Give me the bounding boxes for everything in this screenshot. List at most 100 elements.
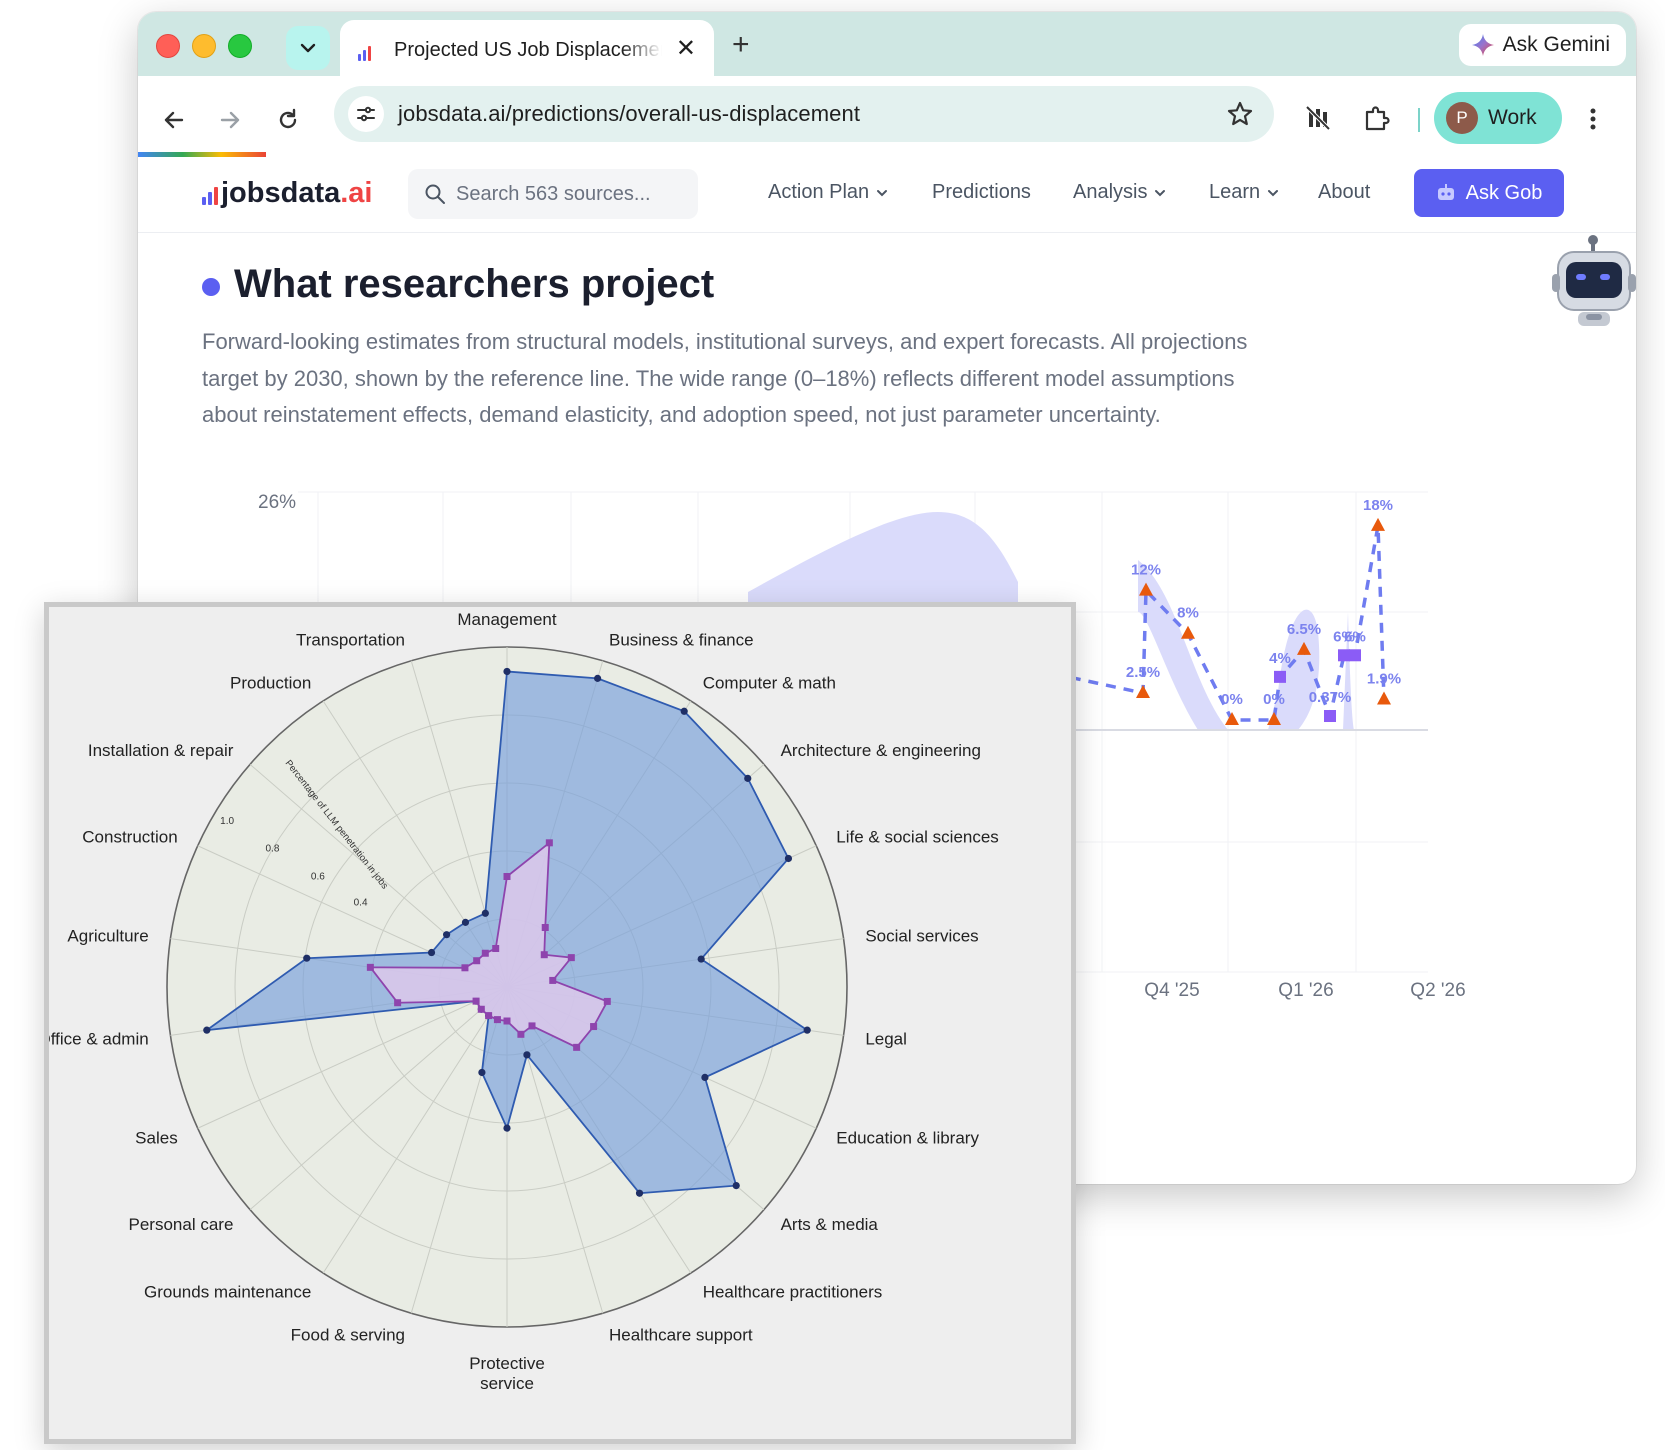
ask-gemini-label: Ask Gemini <box>1502 33 1610 56</box>
radar-point <box>541 924 549 932</box>
chevron-down-icon <box>300 43 316 53</box>
robot-icon <box>1437 184 1454 200</box>
radar-point <box>366 963 374 971</box>
data-label: 0% <box>1221 691 1243 708</box>
chevron-down-icon <box>1268 189 1279 196</box>
radar-point <box>478 1068 486 1077</box>
radar-point <box>492 945 500 953</box>
nav-label: Analysis <box>1073 181 1148 203</box>
toolbar-divider <box>1418 108 1420 132</box>
radar-category-label: Legal <box>865 1030 907 1049</box>
radar-point <box>517 1030 525 1038</box>
tab-search-button[interactable] <box>286 26 330 70</box>
url-text: jobsdata.ai/predictions/overall-us-displ… <box>398 101 861 126</box>
triangle-marker <box>1371 517 1385 531</box>
bookmark-star-icon[interactable] <box>1226 100 1254 133</box>
radar-category-label: Arts & media <box>781 1215 879 1234</box>
radar-category-label: Healthcare support <box>609 1325 753 1344</box>
data-label: 1.9% <box>1367 671 1401 688</box>
extension-icon[interactable] <box>1302 102 1334 134</box>
maximize-window-button[interactable] <box>228 34 252 58</box>
radar-category-label: Production <box>230 673 311 692</box>
reload-button[interactable] <box>266 98 310 142</box>
nav-predictions[interactable]: Predictions <box>932 181 1031 204</box>
nav-analysis[interactable]: Analysis <box>1073 181 1167 204</box>
square-marker <box>1338 649 1350 662</box>
data-label: 8% <box>1177 605 1199 622</box>
forward-button[interactable] <box>208 98 252 142</box>
radar-category-label: Installation & repair <box>88 741 234 760</box>
radar-category-label: Office & admin <box>49 1030 149 1049</box>
radar-point <box>503 1124 511 1132</box>
radar-point <box>603 997 611 1005</box>
x-tick-label: Q2 '26 <box>1410 980 1465 1001</box>
profile-chip[interactable]: P Work <box>1434 92 1562 144</box>
nav-label: About <box>1318 181 1371 203</box>
radar-point <box>303 954 311 962</box>
x-tick-label: Q4 '25 <box>1144 980 1199 1001</box>
square-marker <box>1274 670 1286 683</box>
new-tab-button[interactable]: + <box>732 30 750 60</box>
site-logo[interactable]: jobsdata .ai <box>202 177 373 210</box>
data-label: 18% <box>1363 497 1393 514</box>
radar-point <box>567 954 575 962</box>
data-label: 4% <box>1269 650 1291 667</box>
nav-label: Learn <box>1209 181 1261 203</box>
radar-point <box>540 951 548 959</box>
close-tab-icon[interactable]: ✕ <box>676 36 696 62</box>
radar-point <box>635 1189 644 1197</box>
radar-point <box>461 964 469 972</box>
radar-point <box>594 674 602 682</box>
radar-point <box>803 1026 811 1034</box>
active-tab[interactable]: Projected US Job Displacement ✕ <box>340 20 714 80</box>
nav-about[interactable]: About <box>1318 181 1370 204</box>
browser-menu-icon[interactable] <box>1588 106 1598 137</box>
radar-point <box>461 918 470 926</box>
radar-point <box>472 997 480 1005</box>
nav-action-plan[interactable]: Action Plan <box>768 181 889 204</box>
extensions-puzzle-icon[interactable] <box>1360 102 1392 134</box>
radar-point <box>503 873 511 880</box>
radar-chart: 0.40.60.81.0 Percentage of LLM penetratio… <box>49 610 999 1393</box>
site-info-icon[interactable] <box>348 96 384 132</box>
ask-gemini-button[interactable]: Ask Gemini <box>1458 24 1626 66</box>
triangle-marker <box>1136 685 1150 699</box>
radar-point <box>590 1023 598 1031</box>
radar-category-label: Computer & math <box>703 673 836 692</box>
radial-tick-label: 0.8 <box>266 844 280 855</box>
radar-category-label: Life & social sciences <box>836 828 999 847</box>
radar-point <box>545 839 553 847</box>
site-search-input[interactable]: Search 563 sources... <box>408 169 698 219</box>
radial-tick-label: 0.6 <box>311 871 325 882</box>
ask-gob-button[interactable]: Ask Gob <box>1414 169 1564 217</box>
nav-label: Predictions <box>932 181 1031 203</box>
radar-point <box>493 1016 501 1024</box>
radar-category-label: Food & serving <box>291 1325 405 1344</box>
search-icon <box>425 184 445 204</box>
search-placeholder: Search 563 sources... <box>456 182 651 205</box>
logo-text: jobsdata <box>221 177 341 209</box>
close-window-button[interactable] <box>156 34 180 58</box>
radar-point <box>528 1022 536 1030</box>
arrow-left-icon <box>164 111 184 129</box>
radar-point <box>203 1026 211 1034</box>
radar-point <box>697 955 705 963</box>
radar-point <box>680 707 688 715</box>
site-favicon-icon <box>358 39 380 61</box>
nav-learn[interactable]: Learn <box>1209 181 1280 204</box>
tab-title: Projected US Job Displacement <box>394 38 662 61</box>
radar-category-label: Sales <box>135 1128 178 1147</box>
minimize-window-button[interactable] <box>192 34 216 58</box>
data-label: 0.37% <box>1309 689 1352 706</box>
back-button[interactable] <box>152 98 196 142</box>
radar-point <box>485 1012 493 1020</box>
uncertainty-band <box>1138 560 1228 730</box>
radar-category-label: Construction <box>82 828 177 847</box>
radar-category-label: Grounds maintenance <box>144 1283 311 1302</box>
chat-robot-mascot[interactable] <box>1550 234 1636 339</box>
address-bar[interactable]: jobsdata.ai/predictions/overall-us-displ… <box>334 86 1274 142</box>
section-title: What researchers project <box>234 262 715 306</box>
data-label: 6.5% <box>1287 621 1321 638</box>
chevron-down-icon <box>877 189 888 196</box>
site-header: jobsdata .ai Search 563 sources... Action… <box>138 157 1636 233</box>
